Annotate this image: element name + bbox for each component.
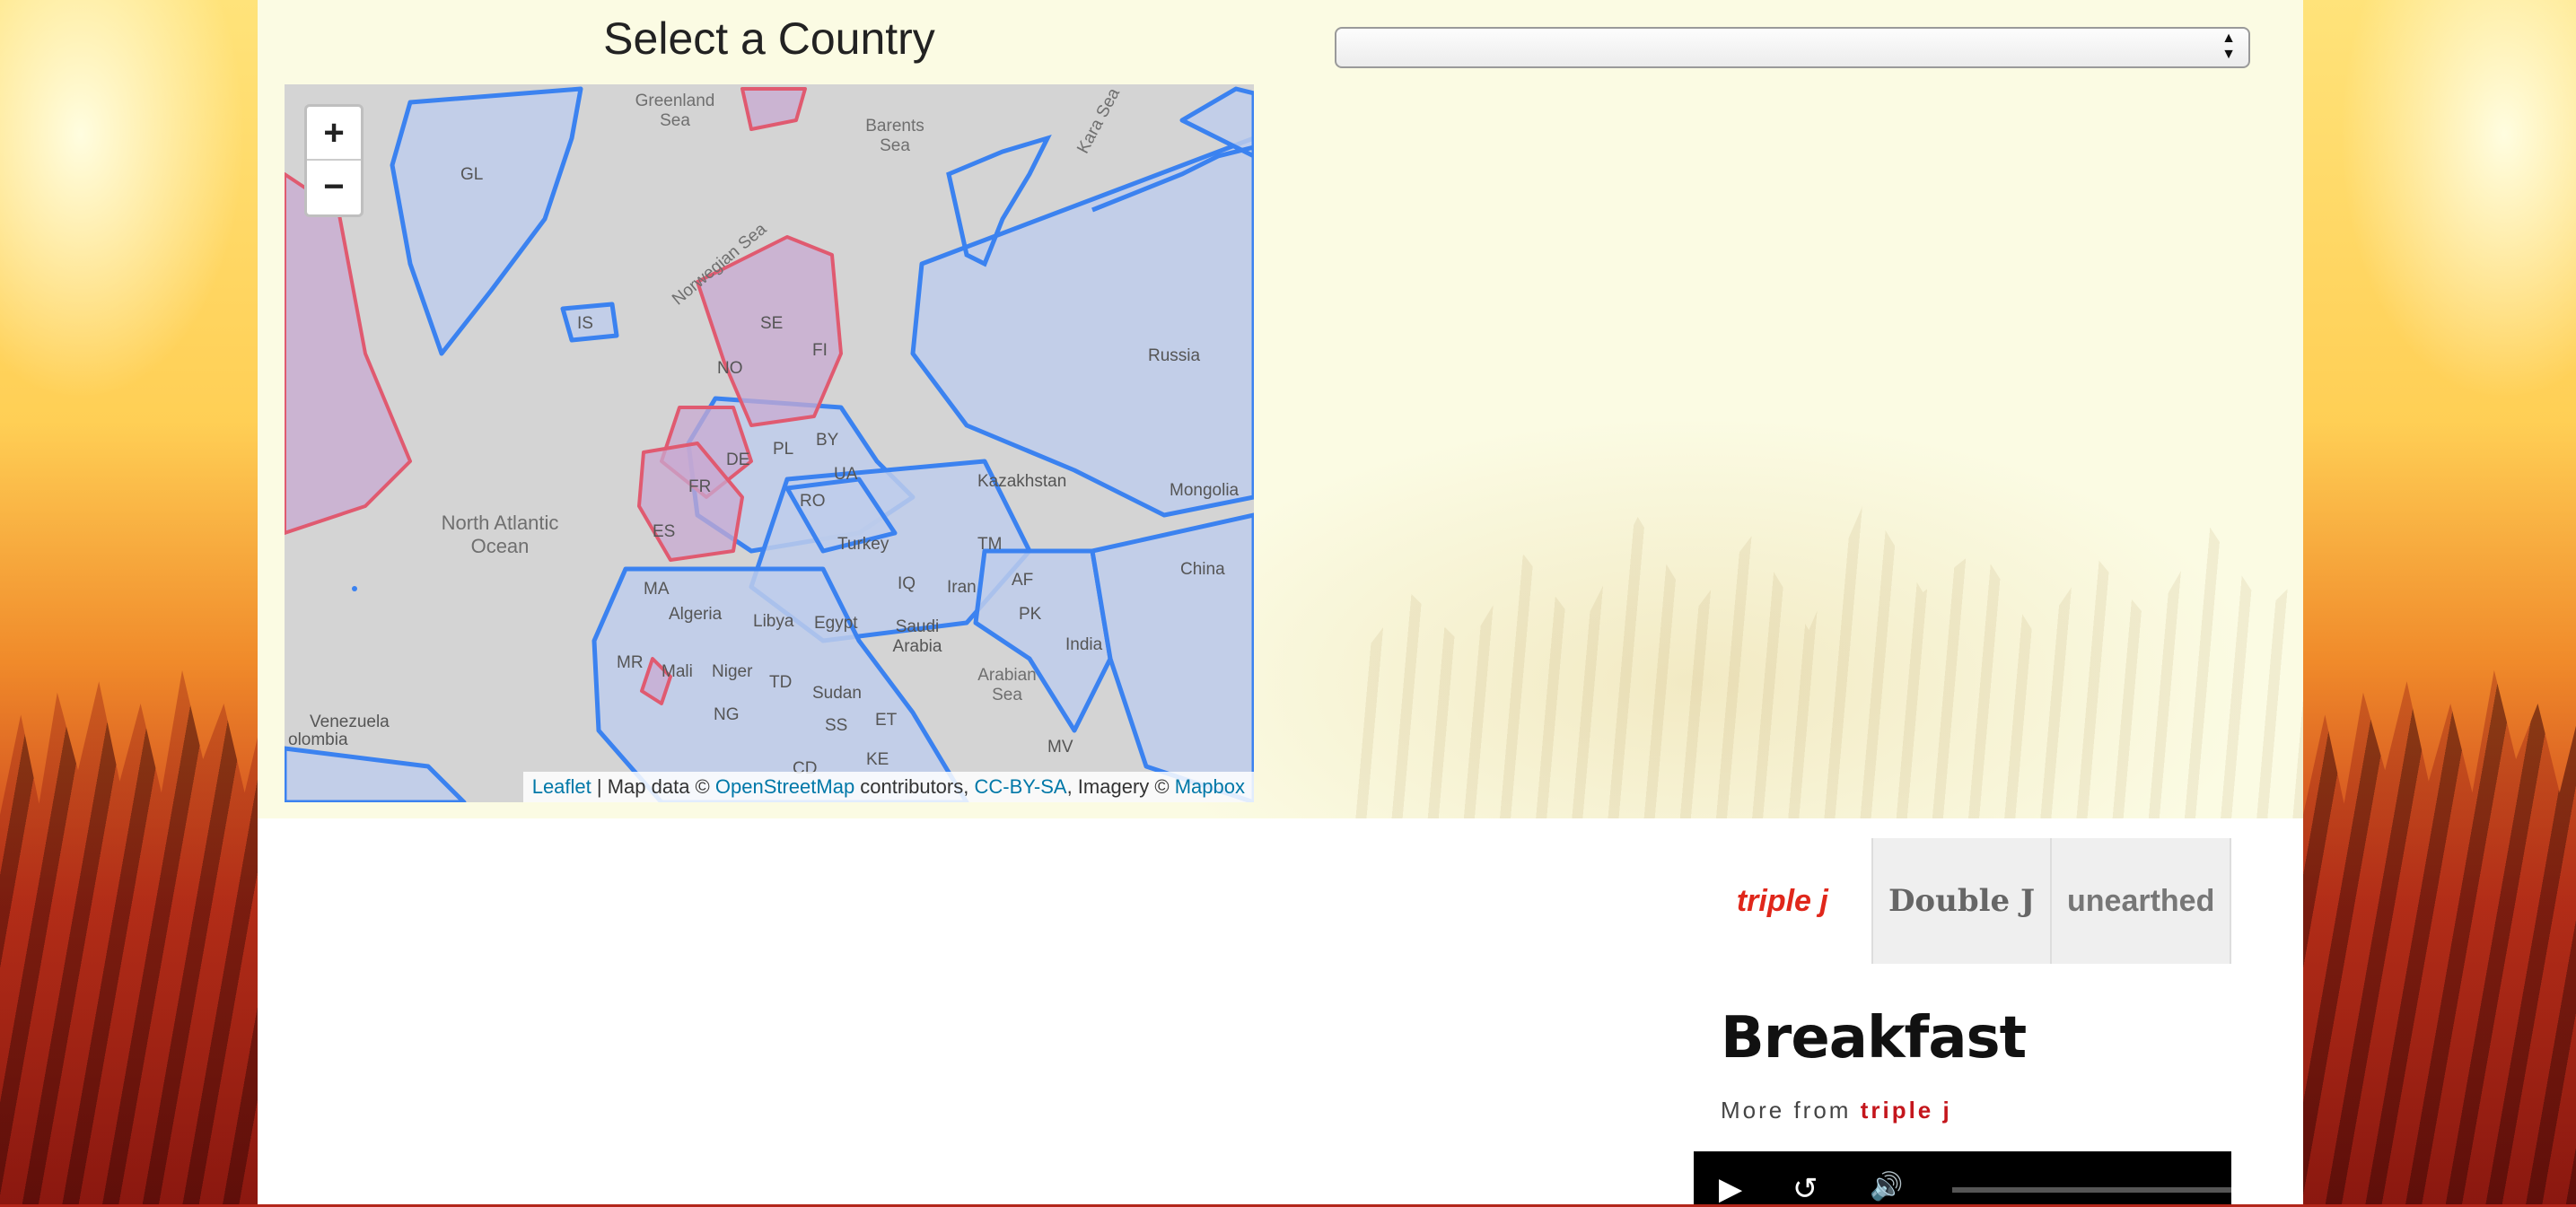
map-label: FR [688, 477, 712, 496]
map-label: Barents Sea [865, 117, 924, 155]
triplej-logo: triple j [1736, 883, 1828, 918]
map-label: FI [812, 341, 828, 360]
attribution-text: contributors, [854, 775, 975, 798]
station-tab-triplej[interactable]: triple j [1694, 838, 1873, 964]
volume-icon[interactable]: 🔊 [1870, 1171, 1903, 1203]
map-label: UA [834, 465, 858, 484]
doublej-logo: Double J [1888, 883, 2036, 919]
hero-crowd-watermark [1353, 498, 2303, 818]
map-label: TD [769, 673, 793, 692]
map-label: Mongolia [1170, 481, 1240, 500]
progress-bar[interactable] [1952, 1187, 2231, 1193]
station-tab-unearthed[interactable]: unearthed [2052, 838, 2232, 964]
map-label: olombia [288, 730, 348, 749]
map-label: ES [653, 522, 676, 541]
map-label: AF [1012, 571, 1034, 590]
map-label: IQ [898, 574, 916, 593]
map-label: BY [816, 431, 839, 450]
map-label: Libya [753, 612, 794, 631]
map-label: ET [875, 711, 898, 730]
map-label: DE [726, 450, 750, 469]
map-label: SE [760, 314, 784, 333]
map-label: Sudan [812, 684, 862, 703]
attribution-text: | Map data © [591, 775, 715, 798]
map-label: Venezuela [310, 713, 390, 731]
map-label: Saudi Arabia [892, 617, 942, 656]
map-label: PK [1019, 605, 1042, 624]
map-label: NO [717, 359, 743, 378]
map-label: Iran [947, 578, 977, 597]
attribution-text: , Imagery © [1066, 775, 1175, 798]
map-country-borders [285, 84, 1254, 802]
map-label: SS [825, 716, 848, 735]
zoom-out-button[interactable]: − [307, 161, 361, 213]
rewind-icon[interactable]: ↺ [1792, 1171, 1818, 1207]
map-label: RO [800, 492, 826, 511]
map-label: Kazakhstan [977, 472, 1067, 491]
map-label: China [1180, 560, 1225, 579]
map-label: Mali [662, 662, 693, 681]
leaflet-link[interactable]: Leaflet [532, 775, 591, 798]
content-panel: Select a Country ▲ ▼ Greenland Sea Baren… [258, 0, 2303, 1207]
map-label: Niger [712, 662, 753, 681]
map-label: Greenland Sea [635, 92, 715, 130]
map-label: Egypt [814, 614, 858, 633]
map-label: Russia [1148, 346, 1201, 365]
map-label: TM [977, 535, 1003, 554]
map-label: North Atlantic Ocean [441, 512, 559, 557]
more-from-station-link[interactable]: triple j [1861, 1097, 1952, 1124]
world-map[interactable]: Greenland Sea Barents Sea Kara Sea GL IS… [285, 84, 1254, 802]
map-label: MR [617, 653, 644, 672]
unearthed-logo: unearthed [2067, 883, 2215, 918]
program-title: Breakfast [1721, 1005, 2027, 1071]
map-label: NG [714, 705, 740, 724]
more-from-label: More from [1721, 1097, 1852, 1124]
license-link[interactable]: CC-BY-SA [974, 775, 1066, 798]
map-label: India [1065, 635, 1103, 654]
map-label: IS [577, 314, 593, 333]
zoom-in-button[interactable]: + [307, 107, 361, 161]
map-label: Arabian Sea [977, 666, 1037, 704]
map-label: Algeria [669, 605, 723, 624]
play-icon[interactable]: ▶ [1719, 1171, 1742, 1207]
hero-section: Select a Country ▲ ▼ Greenland Sea Baren… [258, 0, 2303, 818]
audio-player: ▶ ↺ 🔊 [1694, 1151, 2231, 1207]
more-from: More from triple j [1721, 1097, 1952, 1124]
map-label: Turkey [837, 535, 889, 554]
map-attribution: Leaflet | Map data © OpenStreetMap contr… [522, 772, 1254, 802]
openstreetmap-link[interactable]: OpenStreetMap [715, 775, 854, 798]
map-label: GL [460, 165, 484, 184]
station-logos: triple j Double J unearthed [1694, 838, 2232, 964]
mapbox-link[interactable]: Mapbox [1175, 775, 1245, 798]
zoom-control: + − [304, 104, 364, 217]
station-tab-doublej[interactable]: Double J [1872, 838, 2053, 964]
map-label: KE [866, 750, 889, 769]
map-label: PL [773, 440, 794, 459]
country-select[interactable]: ▲ ▼ [1335, 27, 2250, 68]
map-label: MV [1047, 738, 1073, 757]
page-title: Select a Country [603, 13, 935, 64]
select-arrows-icon: ▲ ▼ [2221, 31, 2236, 62]
map-label: MA [644, 580, 670, 599]
